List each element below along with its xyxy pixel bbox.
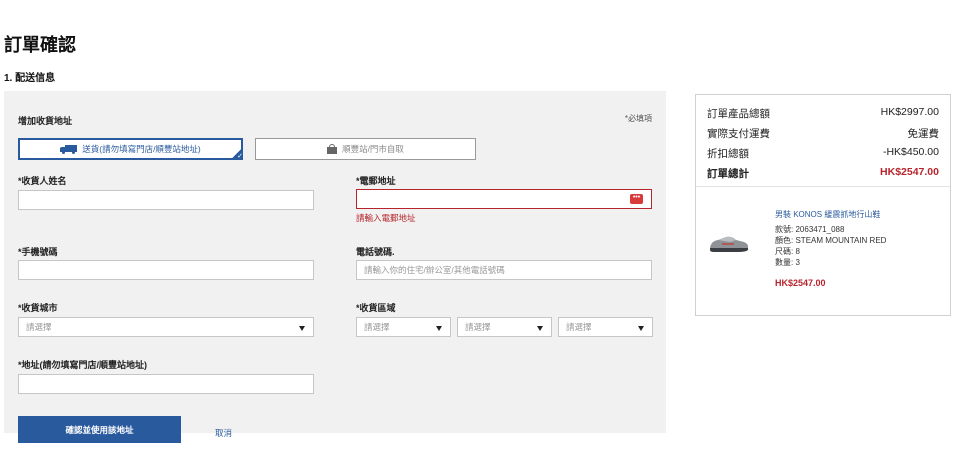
district-select-1[interactable]: 請選擇 bbox=[356, 317, 451, 337]
product-qty: 數量: 3 bbox=[775, 257, 800, 268]
city-label: *收貨城市 bbox=[18, 303, 58, 313]
address-input[interactable] bbox=[18, 374, 314, 394]
mobile-input[interactable] bbox=[18, 260, 314, 280]
size-value: 8 bbox=[795, 247, 800, 256]
discount-row: 折扣總額 -HK$450.00 bbox=[707, 146, 939, 161]
sku-label: 款號: bbox=[775, 225, 794, 234]
total-value: HK$2547.00 bbox=[880, 166, 939, 178]
product-price: HK$2547.00 bbox=[775, 278, 826, 288]
section-title: 1. 配送信息 bbox=[4, 73, 56, 84]
delivery-option-label: 送貨(請勿填寫門店/順豐站地址) bbox=[82, 144, 201, 154]
shipping-label: 實際支付運費 bbox=[707, 128, 770, 140]
truck-icon bbox=[60, 144, 78, 154]
subtotal-value: HK$2997.00 bbox=[880, 106, 939, 118]
district-select-2-value: 請選擇 bbox=[465, 322, 491, 332]
pickup-option-button[interactable]: 順豐站/門市自取 bbox=[255, 138, 476, 160]
color-label: 顏色: bbox=[775, 236, 794, 245]
cancel-link[interactable]: 取消 bbox=[215, 427, 232, 439]
total-row: 訂單總計 HK$2547.00 bbox=[707, 166, 939, 181]
discount-label: 折扣總額 bbox=[707, 148, 749, 160]
district-select-2[interactable]: 請選擇 bbox=[457, 317, 552, 337]
summary-divider bbox=[696, 186, 950, 187]
chevron-down-icon bbox=[537, 326, 543, 331]
city-select-value: 請選擇 bbox=[26, 322, 52, 332]
size-label: 尺碼: bbox=[775, 247, 794, 256]
sku-value: 2063471_088 bbox=[795, 225, 845, 234]
pickup-option-label: 順豐站/門市自取 bbox=[342, 144, 404, 154]
email-label: *電郵地址 bbox=[356, 176, 396, 186]
address-form-panel: 增加收貨地址 *必填項 送貨(請勿填寫門店/順豐站地址) ✓ 順豐站/門市自取 … bbox=[4, 91, 666, 443]
page-title: 訂單確認 bbox=[4, 35, 76, 55]
order-summary-panel: 訂單產品總額 HK$2997.00 實際支付運費 免運費 折扣總額 -HK$45… bbox=[695, 94, 951, 316]
qty-value: 3 bbox=[795, 258, 800, 267]
district-select-1-value: 請選擇 bbox=[364, 322, 390, 332]
shipping-value: 免運費 bbox=[907, 128, 940, 140]
shopping-bag-icon bbox=[327, 144, 338, 154]
email-error-message: 請輸入電郵地址 bbox=[356, 213, 416, 223]
mobile-label: *手機號碼 bbox=[18, 247, 58, 257]
chevron-down-icon bbox=[299, 326, 305, 331]
required-note: *必填項 bbox=[624, 114, 652, 123]
phone-input[interactable]: 請輸入你的住宅/辦公室/其他電話號碼 bbox=[356, 260, 652, 280]
district-select-3-value: 請選擇 bbox=[566, 322, 592, 332]
city-select[interactable]: 請選擇 bbox=[18, 317, 314, 337]
product-name-link[interactable]: 男裝 KONOS 緩震抓地行山鞋 bbox=[775, 209, 880, 220]
color-value: STEAM MOUNTAIN RED bbox=[795, 236, 887, 245]
chevron-down-icon bbox=[436, 326, 442, 331]
product-sku: 款號: 2063471_088 bbox=[775, 224, 844, 235]
subtotal-label: 訂單產品總額 bbox=[707, 108, 770, 120]
form-heading: 增加收貨地址 bbox=[18, 116, 73, 126]
confirm-address-button[interactable]: 確認並使用該地址 bbox=[18, 416, 181, 443]
district-label: *收貨區域 bbox=[356, 303, 396, 313]
phone-label: 電話號碼. bbox=[356, 247, 395, 257]
password-manager-icon[interactable]: ••• bbox=[630, 194, 643, 204]
product-size: 尺碼: 8 bbox=[775, 246, 800, 257]
qty-label: 數量: bbox=[775, 258, 794, 267]
email-input[interactable]: ••• bbox=[356, 189, 652, 209]
shipping-row: 實際支付運費 免運費 bbox=[707, 126, 939, 141]
address-label: *地址(請勿填寫門店/順豐站地址) bbox=[18, 360, 147, 370]
recipient-name-label: *收貨人姓名 bbox=[18, 176, 67, 186]
product-image[interactable] bbox=[708, 232, 750, 254]
recipient-name-input[interactable] bbox=[18, 190, 314, 210]
total-label: 訂單總計 bbox=[707, 168, 749, 180]
discount-value: -HK$450.00 bbox=[882, 146, 939, 158]
product-color: 顏色: STEAM MOUNTAIN RED bbox=[775, 235, 886, 246]
district-select-3[interactable]: 請選擇 bbox=[558, 317, 653, 337]
subtotal-row: 訂單產品總額 HK$2997.00 bbox=[707, 106, 939, 121]
selected-check-icon: ✓ bbox=[230, 147, 243, 160]
delivery-option-button[interactable]: 送貨(請勿填寫門店/順豐站地址) ✓ bbox=[18, 138, 243, 160]
chevron-down-icon bbox=[638, 326, 644, 331]
